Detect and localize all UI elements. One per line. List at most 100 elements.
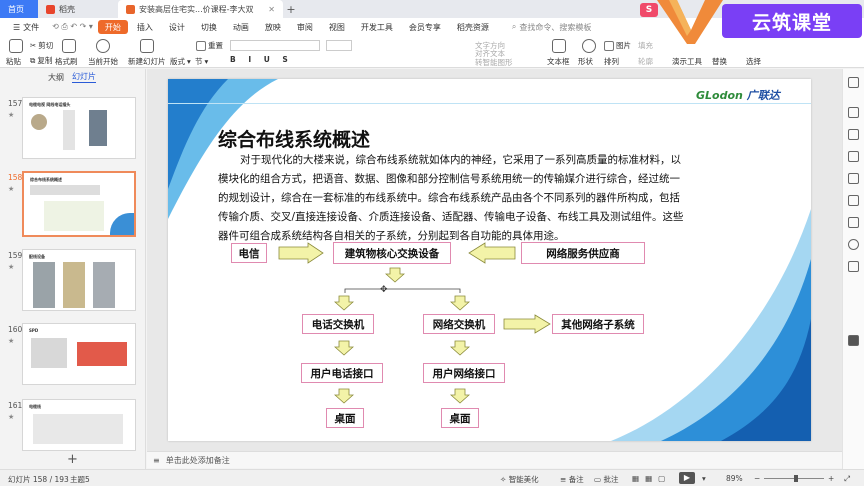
- copy-label: 复制: [37, 56, 53, 65]
- theme-name: 主题5: [70, 475, 90, 484]
- shape-button[interactable]: 形状: [578, 56, 593, 67]
- tab-docer[interactable]: 稻壳: [38, 0, 118, 18]
- menu-developer[interactable]: 开发工具: [354, 20, 400, 34]
- picture-icon: [604, 40, 614, 51]
- fit-window-icon[interactable]: ⤢: [844, 474, 850, 484]
- star-icon[interactable]: [848, 151, 859, 162]
- slide-thumbnail[interactable]: SPD: [22, 323, 136, 385]
- box-user-phone: 用户电话接口: [301, 363, 383, 383]
- fill-button[interactable]: 填充: [638, 40, 653, 51]
- format-icon[interactable]: [848, 173, 859, 184]
- add-slide-button[interactable]: +: [67, 452, 78, 467]
- zoom-out-button[interactable]: −: [754, 474, 760, 483]
- thumbnail-title: 综合布线系统概述: [30, 177, 62, 182]
- template-icon[interactable]: [848, 217, 859, 228]
- tab-home[interactable]: 首页: [0, 0, 38, 18]
- comment-button[interactable]: ▭ 批注: [594, 474, 618, 485]
- view-mode-buttons[interactable]: ▦▦▢: [632, 474, 671, 483]
- zoom-in-button[interactable]: +: [828, 474, 834, 483]
- slide-thumbnail[interactable]: 电缆电视 网线电话插头: [22, 97, 136, 159]
- outline-button[interactable]: 轮廓: [638, 56, 653, 67]
- settings-icon[interactable]: [848, 107, 859, 118]
- zoom-slider-handle[interactable]: [794, 475, 798, 482]
- header-line: [168, 103, 811, 104]
- slide-thumbnail[interactable]: 电缆线: [22, 399, 136, 451]
- slide-paragraph: 对于现代化的大楼来说，综合布线系统就如体内的神经，它采用了一系列高质量的标准材料…: [218, 154, 684, 242]
- notes-placeholder: 单击此处添加备注: [165, 455, 230, 465]
- textbox-button[interactable]: 文本框: [547, 56, 570, 67]
- format-painter-label: 格式刷: [55, 57, 78, 66]
- smart-beautify-button[interactable]: ✧ 智能美化: [500, 474, 539, 485]
- command-search[interactable]: ⌕ 查找命令、搜索模板: [512, 22, 591, 33]
- section-button[interactable]: 节 ▾: [195, 56, 208, 67]
- paste-button[interactable]: 粘贴: [6, 56, 21, 67]
- hamburger-icon: ☰: [13, 22, 21, 32]
- animation-icon[interactable]: [848, 129, 859, 140]
- menu-view[interactable]: 视图: [322, 20, 352, 34]
- new-tab-button[interactable]: +: [283, 0, 299, 18]
- menu-insert[interactable]: 插入: [130, 20, 160, 34]
- edit-icon[interactable]: [848, 77, 859, 88]
- arrow-down-icon: [450, 295, 470, 311]
- box-telecom: 电信: [231, 243, 267, 263]
- shield-icon[interactable]: [848, 239, 859, 250]
- zoom-dropdown[interactable]: ▾: [702, 474, 706, 483]
- box-network-provider: 网络服务供应商: [521, 242, 645, 264]
- menu-start[interactable]: 开始: [97, 20, 128, 34]
- menu-design[interactable]: 设计: [162, 20, 192, 34]
- reset-icon: [196, 40, 206, 51]
- replace-button[interactable]: 替换: [712, 56, 727, 67]
- arrow-right-icon: [503, 314, 551, 334]
- play-icon[interactable]: [848, 335, 859, 346]
- cut-button[interactable]: ✂ 剪切: [30, 40, 53, 51]
- arrow-down-icon: [450, 340, 470, 356]
- star-icon: ★: [8, 337, 15, 345]
- slide-thumbnail[interactable]: 配线设备: [22, 249, 136, 311]
- select-button[interactable]: 选择: [746, 56, 761, 67]
- font-family-select[interactable]: [230, 40, 320, 51]
- slideshow-play-button[interactable]: ▶: [679, 472, 695, 484]
- menu-docer-resources[interactable]: 稻壳资源: [450, 20, 496, 34]
- format-painter-button[interactable]: 格式刷: [55, 56, 78, 67]
- notes-pane[interactable]: ≡ 单击此处添加备注: [147, 451, 842, 468]
- share-icon[interactable]: [848, 261, 859, 272]
- layout-button[interactable]: 版式 ▾: [170, 56, 191, 67]
- menu-review[interactable]: 审阅: [290, 20, 320, 34]
- reset-button[interactable]: 重置: [196, 40, 223, 51]
- menu-transition[interactable]: 切换: [194, 20, 224, 34]
- clip-icon[interactable]: [848, 195, 859, 206]
- arrow-left-icon: [468, 242, 516, 264]
- from-current-button[interactable]: 当前开始: [88, 56, 118, 67]
- font-style-buttons[interactable]: B I U S: [230, 55, 293, 64]
- convert-smartart-button[interactable]: 转智能图形: [475, 57, 513, 68]
- notes-button-label: 备注: [568, 475, 584, 484]
- shape-icon: [582, 39, 596, 53]
- picture-button[interactable]: 图片: [604, 40, 631, 51]
- tab-document[interactable]: 安装高层住宅实...价课程-李大双 ✕: [118, 0, 283, 18]
- box-desktop-right: 桌面: [441, 408, 479, 428]
- tab-document-label: 安装高层住宅实...价课程-李大双: [139, 4, 254, 14]
- menu-slideshow[interactable]: 放映: [258, 20, 288, 34]
- file-menu[interactable]: ☰ 文件: [6, 20, 47, 34]
- copy-button[interactable]: ⧉ 复制: [30, 55, 52, 66]
- cursor-icon: ✥: [380, 285, 388, 295]
- menu-member[interactable]: 会员专享: [402, 20, 448, 34]
- new-slide-button[interactable]: 新建幻灯片: [128, 56, 166, 67]
- comment-icon: ▭: [594, 475, 602, 484]
- chevron-down-icon: ▾: [187, 57, 191, 66]
- status-bar: 幻灯片 158 / 193 主题5 ✧ 智能美化 ≡ 备注 ▭ 批注 ▦▦▢ ▶…: [0, 469, 864, 486]
- menu-animation[interactable]: 动画: [226, 20, 256, 34]
- presenter-tools-button[interactable]: 演示工具: [672, 56, 702, 67]
- slide[interactable]: GLodon 广联达 综合布线系统概述 对于现代化的大楼来说，综合布线系统就如体…: [168, 79, 811, 441]
- brand-text: 云筑课堂: [751, 11, 832, 34]
- slide-thumbnail-selected[interactable]: 综合布线系统概述: [22, 171, 136, 237]
- arrange-button[interactable]: 排列: [604, 56, 619, 67]
- logo-sub: 广联达: [746, 89, 780, 102]
- close-icon[interactable]: ✕: [268, 5, 275, 14]
- font-size-select[interactable]: [326, 40, 352, 51]
- quick-access-icons[interactable]: ⟲ ⎙ ↶ ↷ ▾: [49, 20, 96, 34]
- notes-button[interactable]: ≡ 备注: [560, 474, 584, 485]
- tab-outline[interactable]: 大纲: [48, 72, 64, 83]
- zoom-level[interactable]: 89%: [726, 474, 743, 483]
- tab-slides[interactable]: 幻灯片: [72, 71, 96, 83]
